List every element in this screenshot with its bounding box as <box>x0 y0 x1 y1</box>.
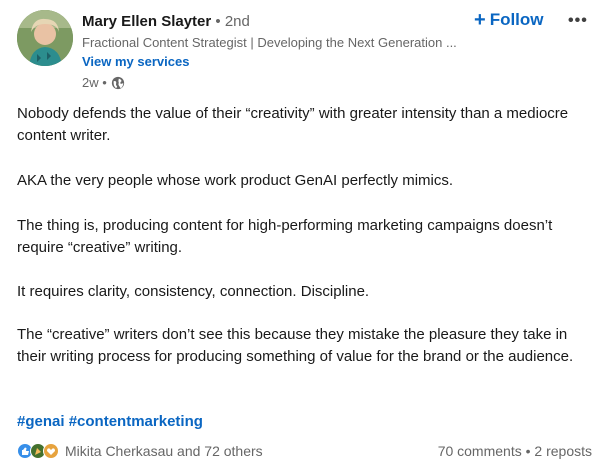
post-paragraph: It requires clarity, consistency, connec… <box>17 283 370 300</box>
post-paragraph: Nobody defends the value of their “creat… <box>17 105 569 144</box>
reactors-text[interactable]: Mikita Cherkasau and 72 others <box>65 443 263 459</box>
reaction-icons[interactable] <box>17 443 59 459</box>
post-age: 2w • <box>82 75 107 90</box>
social-counts-row: Mikita Cherkasau and 72 others 70 commen… <box>17 441 592 461</box>
post-paragraph: The thing is, producing content for high… <box>17 217 553 256</box>
connection-degree: • 2nd <box>215 13 250 30</box>
hashtag-link[interactable]: #genai <box>17 413 65 430</box>
plus-icon: + <box>474 9 486 31</box>
author-headline: Fractional Content Strategist | Developi… <box>82 35 457 50</box>
author-name[interactable]: Mary Ellen Slayter <box>82 13 211 30</box>
follow-label: Follow <box>489 10 544 29</box>
support-reaction-icon <box>43 443 59 459</box>
author-avatar[interactable] <box>17 10 73 66</box>
post-paragraph: AKA the very people whose work product G… <box>17 172 454 189</box>
globe-icon <box>111 76 125 90</box>
post-paragraph: The “creative” writers don’t see this be… <box>17 326 574 365</box>
view-services-link[interactable]: View my services <box>82 54 189 69</box>
post-time: 2w • <box>82 75 125 90</box>
hashtag-link[interactable]: #contentmarketing <box>69 413 203 430</box>
hashtags: #genai #contentmarketing <box>17 413 203 430</box>
author-name-line: Mary Ellen Slayter • 2nd <box>82 13 250 30</box>
more-options-button[interactable]: ••• <box>568 12 588 30</box>
comments-reposts-count[interactable]: 70 comments • 2 reposts <box>438 443 592 459</box>
follow-button[interactable]: + Follow <box>474 8 544 32</box>
